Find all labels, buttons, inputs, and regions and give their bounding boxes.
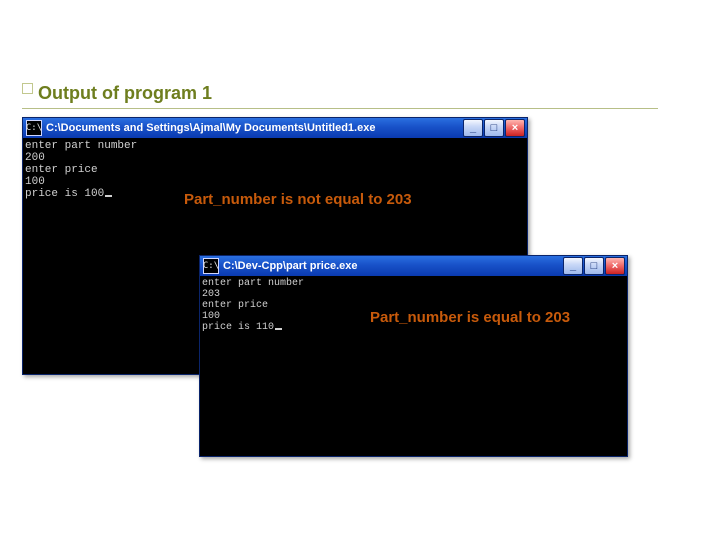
maximize-button[interactable]: □: [484, 119, 504, 137]
output-line: enter part number: [202, 278, 304, 289]
console-body: enter part number 203 enter price 100 pr…: [200, 276, 625, 456]
minimize-button[interactable]: _: [563, 257, 583, 275]
cursor-icon: [105, 195, 112, 197]
titlebar[interactable]: C:\ C:\Dev-Cpp\part price.exe _ □ ×: [200, 256, 627, 276]
output-line: enter price: [25, 164, 98, 176]
annotation-2: Part_number is equal to 203: [370, 309, 570, 326]
output-line: enter part number: [25, 140, 137, 152]
cursor-icon: [275, 328, 282, 330]
console-output: enter part number 200 enter price 100 pr…: [25, 140, 137, 200]
output-line: enter price: [202, 300, 268, 311]
slide-title: Output of program 1: [38, 83, 212, 104]
output-line: price is 100: [25, 188, 104, 200]
cmd-icon: C:\: [26, 120, 42, 136]
minimize-button[interactable]: _: [463, 119, 483, 137]
window-title: C:\Dev-Cpp\part price.exe: [223, 260, 563, 272]
titlebar-buttons: _ □ ×: [463, 119, 525, 137]
close-button[interactable]: ×: [505, 119, 525, 137]
close-button[interactable]: ×: [605, 257, 625, 275]
window-title: C:\Documents and Settings\Ajmal\My Docum…: [46, 122, 463, 134]
output-line: 100: [25, 176, 45, 188]
slide: Output of program 1 C:\ C:\Documents and…: [0, 0, 720, 540]
annotation-1: Part_number is not equal to 203: [184, 191, 412, 208]
console-window-2: C:\ C:\Dev-Cpp\part price.exe _ □ × ente…: [199, 255, 628, 457]
title-bullet: [22, 83, 33, 94]
console-output: enter part number 203 enter price 100 pr…: [202, 278, 304, 333]
titlebar-buttons: _ □ ×: [563, 257, 625, 275]
maximize-button[interactable]: □: [584, 257, 604, 275]
output-line: 200: [25, 152, 45, 164]
titlebar[interactable]: C:\ C:\Documents and Settings\Ajmal\My D…: [23, 118, 527, 138]
output-line: price is 110: [202, 322, 274, 333]
output-line: 100: [202, 311, 220, 322]
output-line: 203: [202, 289, 220, 300]
title-underline: [22, 108, 658, 109]
cmd-icon: C:\: [203, 258, 219, 274]
